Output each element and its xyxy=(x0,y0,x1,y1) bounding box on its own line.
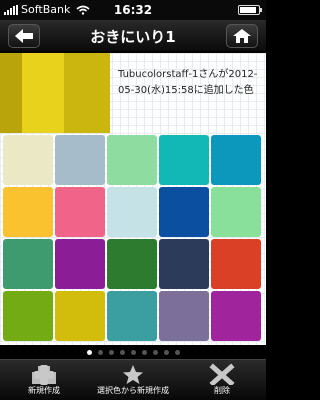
page-dot[interactable] xyxy=(130,349,136,355)
color-swatch[interactable] xyxy=(107,239,157,289)
star-icon xyxy=(123,365,143,384)
color-thumbnail xyxy=(0,53,110,133)
plus-icon xyxy=(32,365,56,385)
new-button[interactable]: 新規作成 xyxy=(0,363,88,399)
color-swatch[interactable] xyxy=(159,291,209,341)
new-from-selected-label: 選択色から新規作成 xyxy=(97,386,169,395)
color-swatch[interactable] xyxy=(3,187,53,237)
page-dot[interactable] xyxy=(119,349,125,355)
page-dot[interactable] xyxy=(163,349,169,355)
color-swatch[interactable] xyxy=(211,291,261,341)
left-arrow-icon xyxy=(15,29,33,43)
page-dot[interactable] xyxy=(141,349,147,355)
page-title: おきにいり1 xyxy=(90,28,176,46)
navigation-bar: おきにいり1 xyxy=(0,20,266,52)
color-swatch[interactable] xyxy=(159,187,209,237)
color-swatch[interactable] xyxy=(3,239,53,289)
color-swatch[interactable] xyxy=(107,135,157,185)
home-button[interactable] xyxy=(226,24,258,48)
color-swatch[interactable] xyxy=(3,291,53,341)
color-palette-area xyxy=(0,133,266,345)
status-bar: SoftBank 16:32 xyxy=(0,0,266,20)
page-dot[interactable] xyxy=(152,349,158,355)
page-dot[interactable] xyxy=(86,349,92,355)
favorite-description: Tubucolorstaff-1さんが2012-05-30(水)15:58に追加… xyxy=(118,69,258,96)
home-icon xyxy=(233,29,251,43)
page-indicator[interactable] xyxy=(0,345,266,359)
favorite-detail: Tubucolorstaff-1さんが2012-05-30(水)15:58に追加… xyxy=(0,53,266,133)
new-from-selected-button[interactable]: 選択色から新規作成 xyxy=(89,363,177,399)
color-swatch[interactable] xyxy=(159,239,209,289)
page-dot[interactable] xyxy=(174,349,180,355)
bottom-toolbar: 新規作成 選択色から新規作成 削除 xyxy=(0,359,266,400)
back-button[interactable] xyxy=(8,24,40,48)
color-swatch[interactable] xyxy=(3,135,53,185)
delete-button[interactable]: 削除 xyxy=(178,363,266,399)
color-grid xyxy=(3,135,263,341)
color-swatch[interactable] xyxy=(55,135,105,185)
color-swatch[interactable] xyxy=(107,291,157,341)
color-swatch[interactable] xyxy=(107,187,157,237)
battery-icon xyxy=(238,5,262,15)
color-swatch[interactable] xyxy=(55,239,105,289)
color-swatch[interactable] xyxy=(55,291,105,341)
page-dot[interactable] xyxy=(108,349,114,355)
status-time: 16:32 xyxy=(113,3,153,17)
color-swatch[interactable] xyxy=(211,187,261,237)
delete-label: 削除 xyxy=(214,386,230,395)
color-swatch[interactable] xyxy=(159,135,209,185)
delete-x-icon xyxy=(209,363,235,385)
new-button-label: 新規作成 xyxy=(28,386,60,395)
color-swatch[interactable] xyxy=(211,135,261,185)
color-swatch[interactable] xyxy=(55,187,105,237)
color-swatch[interactable] xyxy=(211,239,261,289)
page-dot[interactable] xyxy=(97,349,103,355)
